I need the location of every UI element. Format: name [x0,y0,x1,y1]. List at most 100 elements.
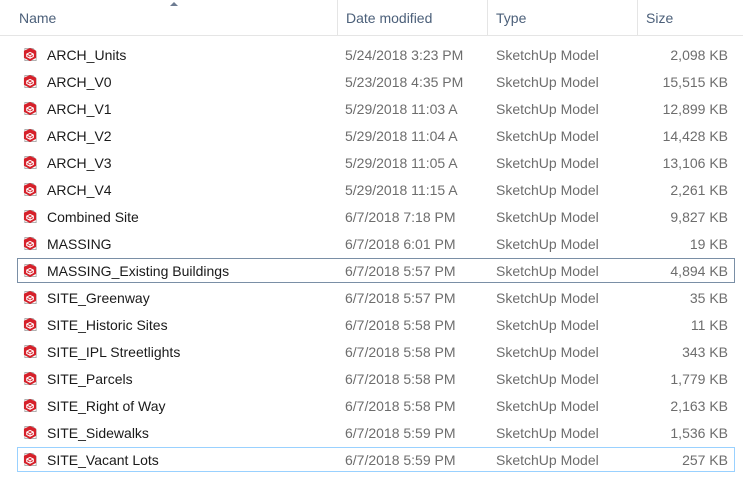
file-size: 343 KB [682,344,728,360]
file-size: 13,106 KB [662,155,728,171]
file-type: SketchUp Model [496,47,599,63]
file-name: MASSING [47,236,112,252]
file-type: SketchUp Model [496,425,599,441]
sketchup-file-icon [23,263,37,278]
file-row[interactable]: SITE_Parcels 6/7/2018 5:58 PM SketchUp Mod… [17,366,735,391]
file-date-modified: 6/7/2018 5:57 PM [345,263,456,279]
file-type: SketchUp Model [496,209,599,225]
column-header-date-label: Date modified [346,10,433,26]
column-header-name-label: Name [19,10,57,26]
sketchup-file-icon [23,398,37,413]
column-header-bar: Name Date modified Type Size [0,0,743,36]
file-date-modified: 5/29/2018 11:04 A [345,128,458,144]
file-name: ARCH_V2 [47,128,112,144]
file-name: SITE_Historic Sites [47,317,168,333]
file-date-modified: 5/29/2018 11:15 A [345,182,458,198]
file-name: ARCH_V1 [47,101,112,117]
file-type: SketchUp Model [496,263,599,279]
file-name: ARCH_Units [47,47,127,63]
file-name: Combined Site [47,209,139,225]
column-header-type[interactable]: Type [488,0,638,35]
file-date-modified: 5/23/2018 4:35 PM [345,74,464,90]
file-date-modified: 5/29/2018 11:03 A [345,101,458,117]
file-size: 12,899 KB [662,101,728,117]
file-size: 2,261 KB [670,182,728,198]
sketchup-file-icon [23,128,37,143]
sketchup-file-icon [23,209,37,224]
sketchup-file-icon [23,182,37,197]
sketchup-file-icon [23,155,37,170]
file-row[interactable]: SITE_Historic Sites 6/7/2018 5:58 PM Sketc… [17,312,735,337]
file-row[interactable]: MASSING_Existing Buildings 6/7/2018 5:57 … [17,258,735,283]
file-row[interactable]: ARCH_V4 5/29/2018 11:15 A SketchUp Model 2,… [17,177,735,202]
file-name: SITE_Greenway [47,290,150,306]
file-size: 35 KB [689,290,728,306]
file-name: ARCH_V3 [47,155,112,171]
file-name: ARCH_V4 [47,182,112,198]
file-date-modified: 6/7/2018 5:59 PM [345,452,456,468]
file-row[interactable]: Combined Site 6/7/2018 7:18 PM SketchUp Mo… [17,204,735,229]
column-header-name[interactable]: Name [11,0,338,35]
file-row[interactable]: ARCH_V0 5/23/2018 4:35 PM SketchUp Model 15… [17,69,735,94]
file-type: SketchUp Model [496,398,599,414]
file-type: SketchUp Model [496,101,599,117]
file-name: SITE_Vacant Lots [47,452,159,468]
file-type: SketchUp Model [496,128,599,144]
file-size: 2,163 KB [670,398,728,414]
sketchup-file-icon [23,74,37,89]
file-name: SITE_Parcels [47,371,133,387]
file-date-modified: 5/24/2018 3:23 PM [345,47,464,63]
file-row[interactable]: SITE_Vacant Lots 6/7/2018 5:59 PM SketchUp… [17,447,735,472]
file-date-modified: 6/7/2018 5:59 PM [345,425,456,441]
file-type: SketchUp Model [496,182,599,198]
column-header-size[interactable]: Size [638,0,743,35]
file-type: SketchUp Model [496,155,599,171]
file-type: SketchUp Model [496,344,599,360]
file-date-modified: 6/7/2018 7:18 PM [345,209,456,225]
file-size: 257 KB [682,452,728,468]
sketchup-file-icon [23,236,37,251]
file-row[interactable]: MASSING 6/7/2018 6:01 PM SketchUp Model 19 … [17,231,735,256]
sketchup-file-icon [23,452,37,467]
file-size: 14,428 KB [662,128,728,144]
file-size: 9,827 KB [670,209,728,225]
column-header-date-modified[interactable]: Date modified [338,0,488,35]
file-size: 15,515 KB [662,74,728,90]
file-row[interactable]: SITE_IPL Streetlights 6/7/2018 5:58 PM Ske… [17,339,735,364]
file-date-modified: 6/7/2018 5:58 PM [345,317,456,333]
file-date-modified: 5/29/2018 11:05 A [345,155,458,171]
file-size: 19 KB [689,236,728,252]
sketchup-file-icon [23,317,37,332]
file-type: SketchUp Model [496,371,599,387]
file-date-modified: 6/7/2018 5:57 PM [345,290,456,306]
column-header-size-label: Size [646,10,674,26]
file-name: SITE_IPL Streetlights [47,344,181,360]
file-size: 2,098 KB [670,47,728,63]
file-size: 11 KB [690,317,728,333]
sketchup-file-icon [23,344,37,359]
file-row[interactable]: ARCH_V3 5/29/2018 11:05 A SketchUp Model 13… [17,150,735,175]
file-name: ARCH_V0 [47,74,112,90]
file-name: MASSING_Existing Buildings [47,263,230,279]
file-row[interactable]: ARCH_V2 5/29/2018 11:04 A SketchUp Model 14… [17,123,735,148]
file-row[interactable]: ARCH_V1 5/29/2018 11:03 A SketchUp Model 12… [17,96,735,121]
file-date-modified: 6/7/2018 6:01 PM [345,236,456,252]
sketchup-file-icon [23,371,37,386]
file-size: 1,536 KB [670,425,728,441]
file-row[interactable]: ARCH_Units 5/24/2018 3:23 PM SketchUp Mode… [17,42,735,67]
file-date-modified: 6/7/2018 5:58 PM [345,398,456,414]
column-header-type-label: Type [496,10,527,26]
file-row[interactable]: SITE_Greenway 6/7/2018 5:57 PM SketchUp Mo… [17,285,735,310]
file-row[interactable]: SITE_Sidewalks 6/7/2018 5:59 PM SketchUp M… [17,420,735,445]
file-size: 1,779 KB [670,371,728,387]
file-name: SITE_Sidewalks [47,425,149,441]
file-row[interactable]: SITE_Right of Way 6/7/2018 5:58 PM SketchU… [17,393,735,418]
sketchup-file-icon [23,425,37,440]
sketchup-file-icon [23,101,37,116]
file-date-modified: 6/7/2018 5:58 PM [345,344,456,360]
file-name: SITE_Right of Way [47,398,166,414]
sketchup-file-icon [23,290,37,305]
file-type: SketchUp Model [496,317,599,333]
file-explorer-list: Name Date modified Type Size ARCH_Units 5… [0,0,743,492]
file-type: SketchUp Model [496,290,599,306]
